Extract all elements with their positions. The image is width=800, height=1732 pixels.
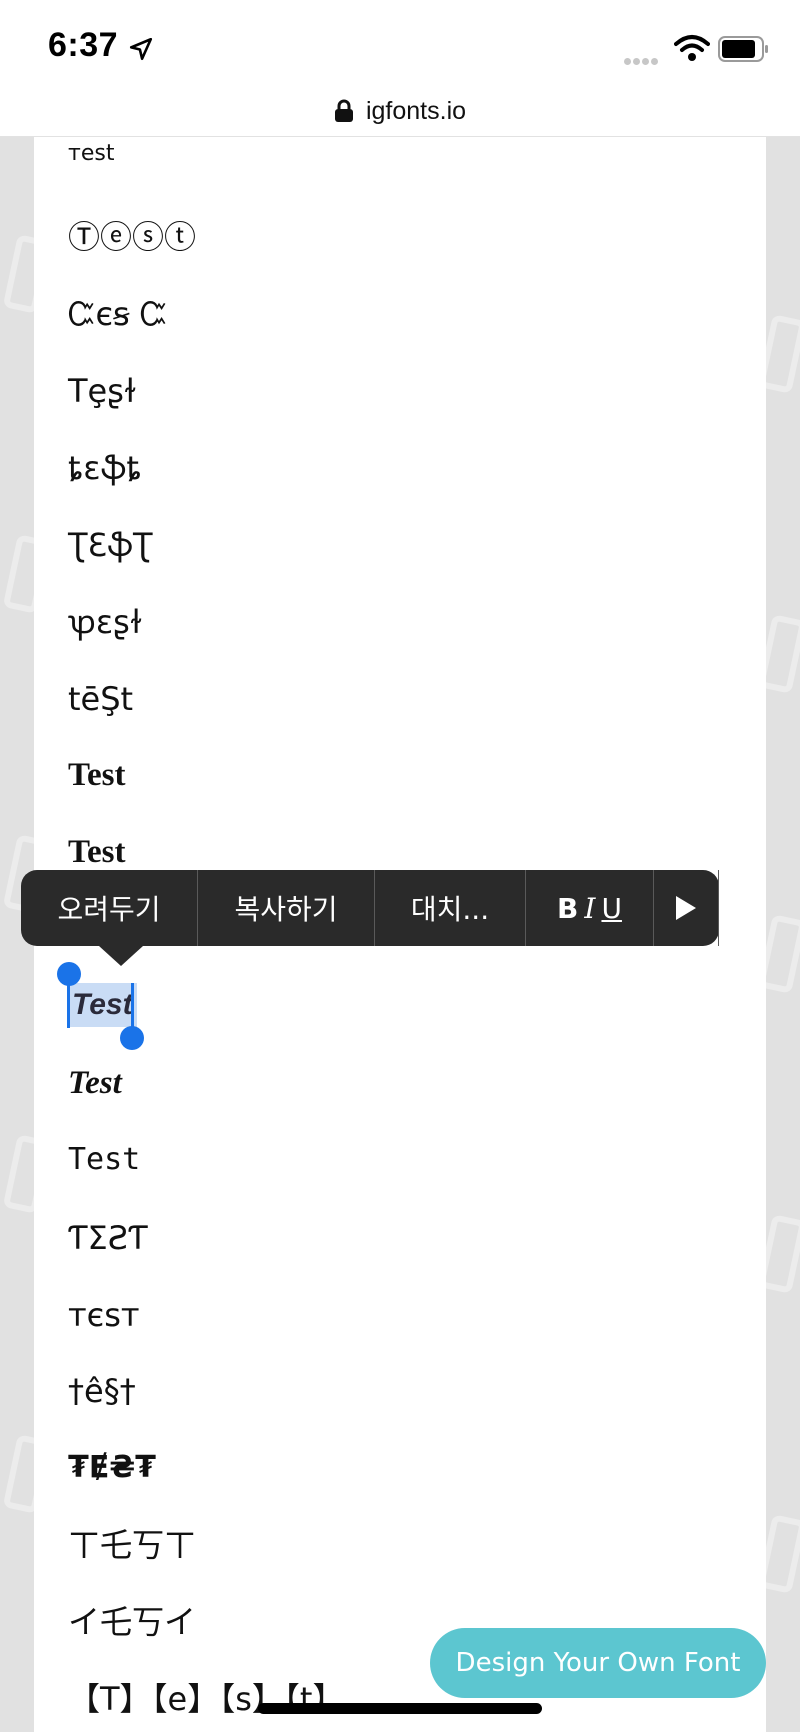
font-sample[interactable]: ꝕɛʂɫ — [68, 606, 142, 638]
font-sample[interactable]: ƬƩƧƬ — [68, 1222, 148, 1254]
location-arrow-icon — [129, 37, 153, 61]
phone-screen: 6:37 igfonts.io ᴛest Ⓣⓔⓢⓣ Ꮸєꞩ Ꮸ Tȩʂɫ ȶɛֆ… — [0, 0, 800, 1732]
selected-text: Test — [72, 988, 133, 1021]
status-time: 6:37 — [48, 26, 119, 64]
format-button[interactable]: BIU — [526, 870, 654, 946]
font-sample[interactable]: ᴛєѕᴛ — [68, 1299, 140, 1331]
replace-button[interactable]: 대치... — [375, 870, 526, 946]
selection-end-handle[interactable] — [120, 1026, 144, 1050]
font-sample[interactable]: Tȩʂɫ — [68, 375, 137, 407]
home-indicator — [258, 1703, 542, 1714]
url-text: igfonts.io — [365, 96, 467, 125]
cellular-signal-icon — [624, 52, 664, 65]
italic-label: I — [584, 891, 596, 925]
font-sample[interactable]: Test — [68, 759, 125, 792]
font-sample[interactable]: ᴛest — [68, 143, 114, 165]
font-sample[interactable]: ₮Ɇ₴₮ — [68, 1453, 156, 1483]
selection-start-handle[interactable] — [57, 962, 81, 986]
font-sample[interactable]: ȶɛֆȶ — [68, 452, 142, 484]
selection-end-bar — [131, 983, 134, 1028]
font-sample[interactable]: Test — [68, 1145, 140, 1175]
font-sample[interactable]: ƮƐֆƮ — [68, 529, 153, 561]
paste-button[interactable]: 오려두기 — [21, 870, 198, 946]
font-sample[interactable]: tēŞt — [68, 683, 133, 715]
wifi-icon — [674, 35, 710, 61]
font-sample[interactable]: Test — [68, 1067, 122, 1100]
copy-button[interactable]: 복사하기 — [198, 870, 375, 946]
more-button[interactable] — [654, 870, 719, 946]
lock-icon — [334, 99, 353, 122]
selected-font-sample[interactable]: Test — [68, 983, 137, 1027]
font-sample[interactable]: ㄒ乇丂ㄒ — [68, 1529, 196, 1561]
bold-label: B — [557, 891, 579, 925]
font-sample[interactable]: †ê§† — [68, 1375, 136, 1407]
design-your-own-font-button[interactable]: Design Your Own Font — [430, 1628, 766, 1698]
font-sample[interactable]: イ乇丂イ — [68, 1606, 196, 1638]
text-context-menu: 오려두기 복사하기 대치... BIU — [21, 870, 719, 966]
underline-label: U — [601, 891, 622, 925]
status-bar: 6:37 — [0, 0, 800, 92]
battery-icon — [718, 36, 768, 62]
font-sample[interactable]: Ꮸєꞩ Ꮸ — [68, 298, 167, 330]
menu-pointer — [99, 946, 143, 966]
font-sample[interactable]: Test — [68, 836, 125, 869]
selection-start-bar — [67, 983, 70, 1028]
font-sample[interactable]: Ⓣⓔⓢⓣ — [68, 221, 196, 253]
url-bar[interactable]: igfonts.io — [0, 92, 800, 137]
play-arrow-icon — [676, 896, 696, 920]
